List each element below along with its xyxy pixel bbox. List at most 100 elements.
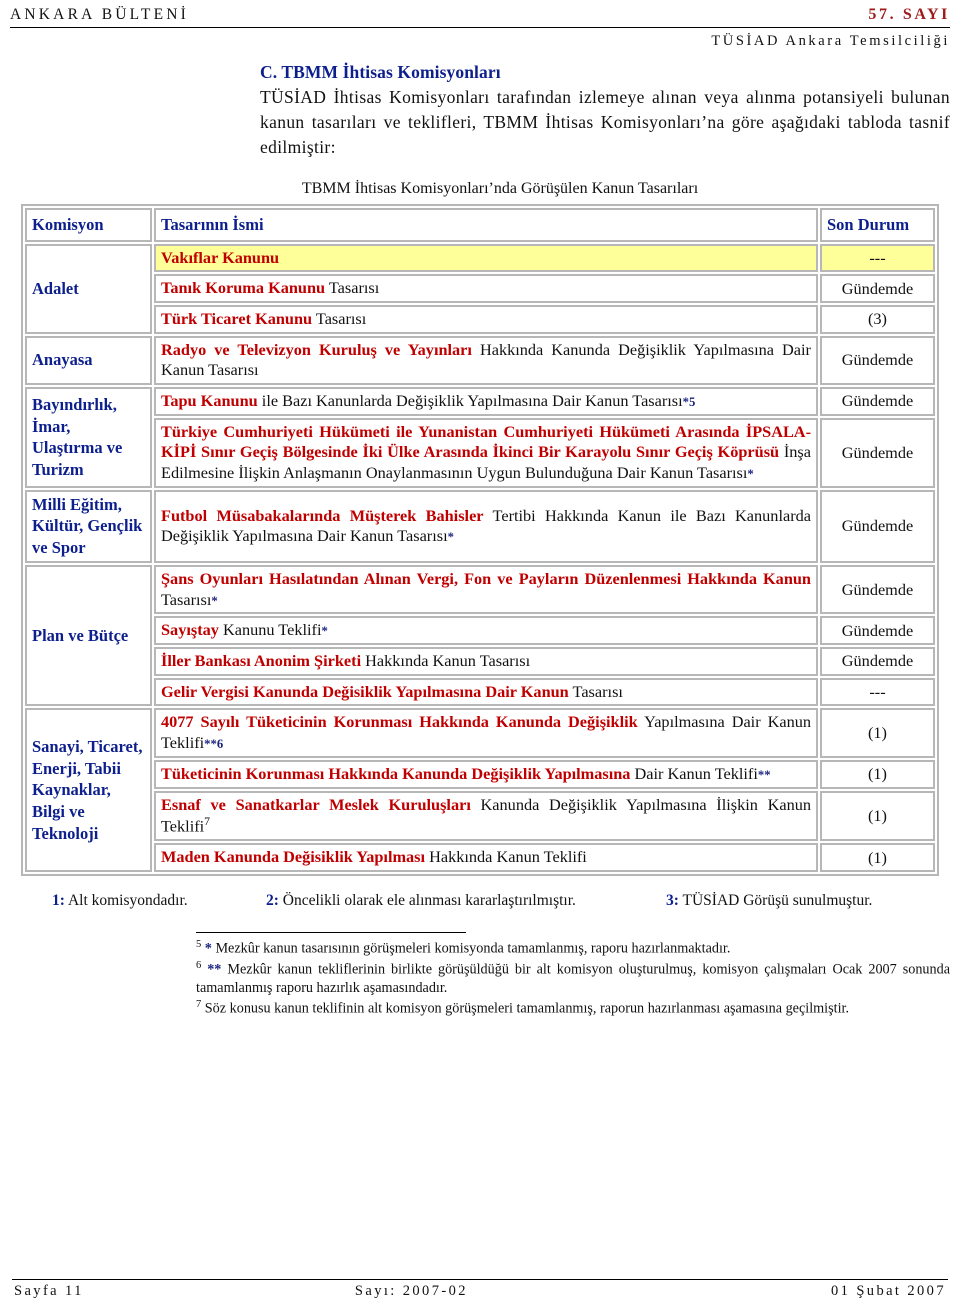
tasari-name-cell: İller Bankası Anonim Şirketi Hakkında Ka… (154, 647, 818, 676)
footnote-asterisk: ** (201, 961, 222, 978)
legend-text: Alt komisyondadır. (64, 892, 188, 909)
law-title: Vakıflar Kanunu (161, 247, 280, 267)
footnote: 5 * Mezkûr kanun tasarısının görüşmeleri… (196, 938, 950, 959)
section-intro: C. TBMM İhtisas Komisyonları TÜSİAD İhti… (260, 62, 950, 160)
durum-cell: (1) (820, 843, 935, 872)
col-header-tasari: Tasarının İsmi (154, 207, 818, 242)
table-header-row: Komisyon Tasarının İsmi Son Durum (25, 207, 935, 242)
tasari-name-cell: Vakıflar Kanunu (154, 243, 818, 273)
tasari-name-cell: Futbol Müsabakalarında Müşterek Bahisler… (154, 489, 818, 564)
running-header: ANKARA BÜLTENİ 57. SAYI TÜSİAD Ankara Te… (0, 0, 960, 50)
header-bottom-row: TÜSİAD Ankara Temsilciliği (8, 28, 952, 50)
durum-cell: Gündemde (820, 565, 935, 615)
footnote-marker: * (321, 624, 328, 639)
law-subtitle: Tasarısı (312, 308, 367, 328)
law-title: Şans Oyunları Hasılatından Alınan Vergi,… (161, 569, 811, 589)
footnote-marker: * (747, 467, 754, 482)
law-subtitle: Dair Kanun Teklifi (630, 763, 758, 783)
komisyon-cell: Bayındırlık, İmar, Ulaştırma ve Turizm (25, 386, 152, 488)
komisyon-cell: Sanayi, Ticaret, Enerji, Tabii Kaynaklar… (25, 708, 152, 872)
table-row: Plan ve Bütçe Şans Oyunları Hasılatından … (25, 565, 935, 707)
legend-item: 3: TÜSİAD Görüşü sunulmuştur. (666, 892, 872, 910)
legend-number: 3: (666, 892, 679, 909)
law-title: 4077 Sayılı Tüketicinin Korunması Hakkın… (161, 712, 638, 732)
law-title: Maden Kanunda Değisiklik Yapılması (161, 847, 426, 867)
law-title: Türkiye Cumhuriyeti Hükümeti ile Yunanis… (161, 421, 811, 462)
legend-item: 1: Alt komisyondadır. (52, 892, 266, 910)
footnote-text: Söz konusu kanun teklifinin alt komisyon… (201, 1000, 850, 1017)
table-row: Tüketicinin Korunması Hakkında Kanunda D… (25, 759, 935, 789)
tasari-name-cell: Radyo ve Televizyon Kuruluş ve Yayınları… (154, 335, 818, 385)
footnote-marker: *5 (682, 394, 696, 409)
law-subtitle: ile Bazı Kanunlarda Değişiklik Yapılması… (257, 390, 683, 410)
footer-issue: Sayı: 2007-02 (354, 1283, 468, 1299)
footer-row: Sayfa 11 Sayı: 2007-02 01 Şubat 2007 (10, 1283, 950, 1300)
col-header-komisyon: Komisyon (25, 207, 152, 242)
table-row: Adalet Vakıflar Kanunu --- (25, 243, 935, 334)
law-subtitle: Tasarısı (325, 278, 380, 298)
durum-cell: Gündemde (820, 417, 935, 488)
issue-number: 57. SAYI (868, 6, 950, 23)
tasari-name-cell: 4077 Sayılı Tüketicinin Korunması Hakkın… (154, 708, 818, 758)
komisyon-cell: Plan ve Bütçe (25, 565, 152, 707)
law-subtitle: Hakkında Kanun Teklifi (425, 847, 587, 867)
law-title: Gelir Vergisi Kanunda Değisiklik Yapılma… (161, 681, 569, 701)
komisyon-table: Komisyon Tasarının İsmi Son Durum Adalet… (21, 203, 939, 876)
law-title: Türk Ticaret Kanunu (161, 308, 313, 328)
footnote-marker: * (211, 593, 218, 608)
durum-cell: (1) (820, 708, 935, 758)
page-footer: Sayfa 11 Sayı: 2007-02 01 Şubat 2007 (0, 1279, 960, 1300)
tasari-name-cell: Tüketicinin Korunması Hakkında Kanunda D… (154, 759, 818, 789)
table-row: Türk Ticaret Kanunu Tasarısı (3) (25, 304, 935, 334)
table-row: Milli Eğitim, Kültür, Gençlik ve Spor Fut… (25, 489, 935, 564)
table-row: Bayındırlık, İmar, Ulaştırma ve Turizm Ta… (25, 386, 935, 488)
law-title: Radyo ve Televizyon Kuruluş ve Yayınları (161, 339, 472, 359)
durum-cell: --- (820, 243, 935, 273)
law-subtitle: Kanunu Teklifi (218, 620, 322, 640)
komisyon-cell: Anayasa (25, 335, 152, 385)
durum-cell: Gündemde (820, 274, 935, 303)
tasari-name-cell: Gelir Vergisi Kanunda Değisiklik Yapılma… (154, 677, 818, 707)
law-title: Sayıştay (161, 620, 219, 640)
law-title: Futbol Müsabakalarında Müşterek Bahisler (161, 505, 484, 525)
tasari-name-cell: Tanık Koruma Kanunu Tasarısı (154, 274, 818, 303)
durum-cell: (1) (820, 759, 935, 789)
durum-cell: Gündemde (820, 647, 935, 676)
table-body: Adalet Vakıflar Kanunu --- Tanık Koruma Kan… (25, 243, 935, 872)
footnote-text: Mezkûr kanun tekliflerinin birlikte görü… (196, 961, 950, 997)
law-subtitle: Tasarısı (568, 681, 623, 701)
footnote-separator (196, 932, 466, 933)
footnote-asterisk: * (201, 940, 212, 957)
law-title: Tüketicinin Korunması Hakkında Kanunda D… (161, 763, 631, 783)
footnote-marker: **6 (204, 737, 224, 752)
tasari-name-cell: Esnaf ve Sanatkarlar Meslek Kuruluşları … (154, 790, 818, 842)
tasari-name-cell: Sayıştay Kanunu Teklifi* (154, 616, 818, 646)
tasari-name-cell: Türk Ticaret Kanunu Tasarısı (154, 304, 818, 334)
footnote: 7 Söz konusu kanun teklifinin alt komisy… (196, 998, 950, 1019)
table-row: İller Bankası Anonim Şirketi Hakkında Ka… (25, 647, 935, 676)
komisyon-cell: Adalet (25, 243, 152, 334)
table-row: Türkiye Cumhuriyeti Hükümeti ile Yunanis… (25, 417, 935, 488)
tasari-name-cell: Maden Kanunda Değisiklik Yapılması Hakkı… (154, 843, 818, 872)
footnote-marker: * (447, 530, 454, 545)
table-row: Sanayi, Ticaret, Enerji, Tabii Kaynaklar… (25, 708, 935, 872)
komisyon-cell: Milli Eğitim, Kültür, Gençlik ve Spor (25, 489, 152, 564)
tasari-name-cell: Türkiye Cumhuriyeti Hükümeti ile Yunanis… (154, 417, 818, 488)
table-row: Anayasa Radyo ve Televizyon Kuruluş ve Ya… (25, 335, 935, 385)
footer-divider (12, 1279, 948, 1280)
durum-cell: (3) (820, 304, 935, 334)
footnote-marker: ** (757, 767, 771, 782)
law-subtitle: Hakkında Kanun Tasarısı (361, 651, 531, 671)
durum-cell: Gündemde (820, 335, 935, 385)
law-title: Esnaf ve Sanatkarlar Meslek Kuruluşları (161, 794, 471, 814)
office-name: TÜSİAD Ankara Temsilciliği (711, 33, 950, 49)
footnote: 6 ** Mezkûr kanun tekliflerinin birlikte… (196, 959, 950, 998)
law-title: İller Bankası Anonim Şirketi (161, 651, 362, 671)
table-row: Esnaf ve Sanatkarlar Meslek Kuruluşları … (25, 790, 935, 842)
footnote-text: Mezkûr kanun tasarısının görüşmeleri kom… (211, 940, 731, 957)
bulletin-name: ANKARA BÜLTENİ (10, 6, 189, 23)
law-title: Tapu Kanunu (161, 390, 258, 410)
legend-item: 2: Öncelikli olarak ele alınması kararla… (266, 892, 666, 910)
table-row: Maden Kanunda Değisiklik Yapılması Hakkı… (25, 843, 935, 872)
durum-cell: (1) (820, 790, 935, 842)
